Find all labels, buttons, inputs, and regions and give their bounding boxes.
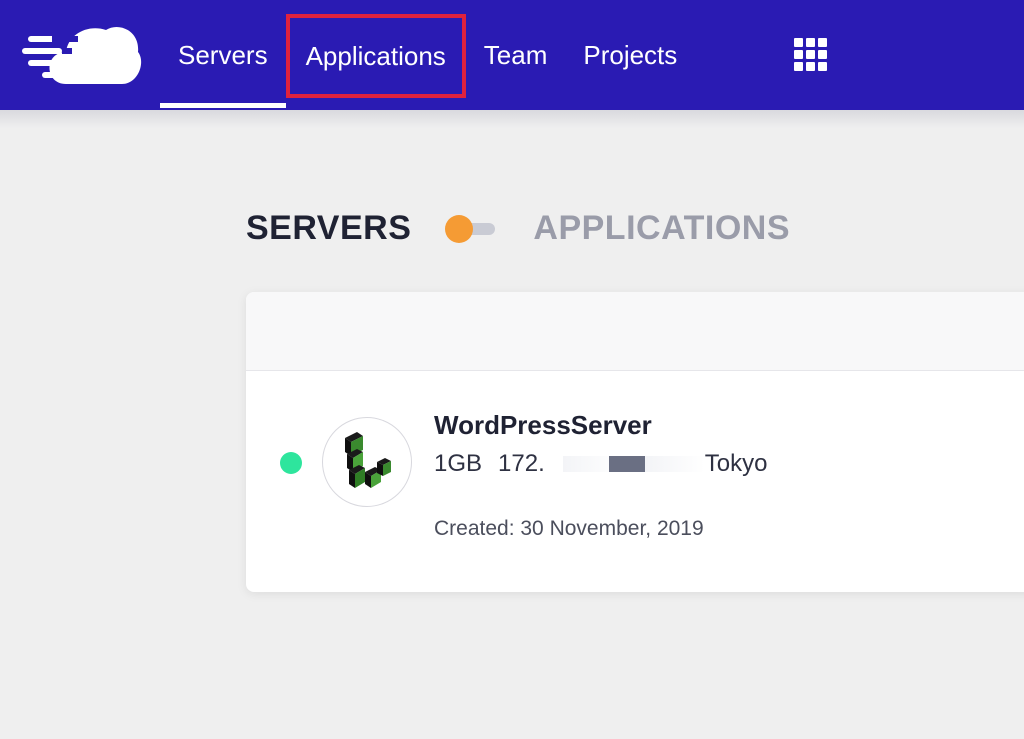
nav-projects-label: Projects (583, 39, 678, 70)
card-header (246, 292, 1024, 371)
main-nav: Servers Applications Team Projects (160, 0, 695, 110)
nav-applications-label: Applications (305, 40, 446, 71)
server-row[interactable] (246, 371, 1024, 592)
top-navigation-bar: Servers Applications Team Projects (0, 0, 1024, 110)
nav-servers[interactable]: Servers (160, 0, 286, 110)
nav-team[interactable]: Team (466, 0, 566, 110)
toggle-label-applications[interactable]: APPLICATIONS (533, 209, 790, 248)
topbar-shadow (0, 110, 1024, 128)
servers-applications-switch: SERVERS APPLICATIONS (246, 205, 790, 251)
nav-team-label: Team (483, 39, 548, 70)
toggle-knob[interactable] (445, 215, 474, 243)
toggle-label-servers[interactable]: SERVERS (246, 209, 411, 248)
view-toggle[interactable] (445, 213, 497, 243)
nav-applications[interactable]: Applications (285, 14, 466, 98)
nav-servers-label: Servers (178, 39, 268, 70)
server-list-card (246, 292, 1024, 592)
grid-icon[interactable] (794, 38, 828, 72)
nav-projects[interactable]: Projects (565, 0, 695, 110)
cloud-logo-icon[interactable] (22, 22, 142, 84)
